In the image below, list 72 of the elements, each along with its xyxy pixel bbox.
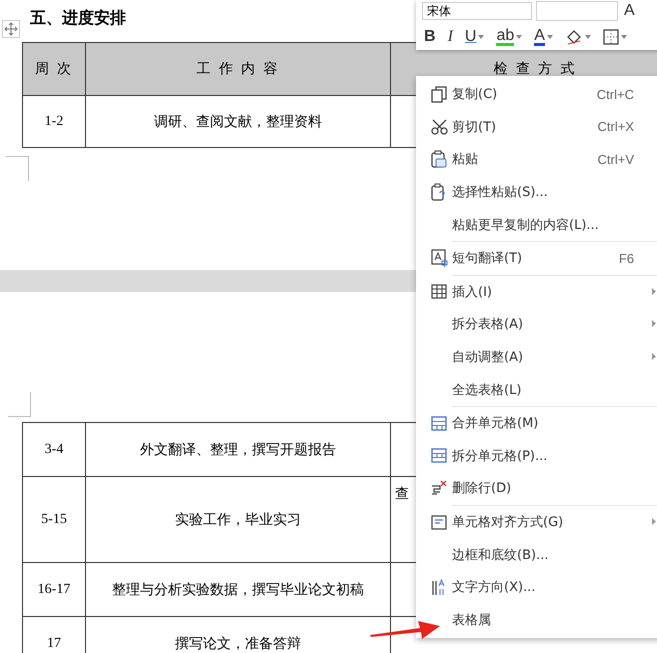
menu-label: 自动调整(A) xyxy=(452,349,524,366)
table-cell: 外文翻译、整理，撰写开题报告 xyxy=(86,422,390,476)
align-icon xyxy=(431,514,447,530)
margin-mark xyxy=(8,392,31,417)
shortcut-label: F6 xyxy=(618,250,634,266)
menu-label: 插入(I) xyxy=(452,284,492,301)
table-cell: 整理与分析实验数据，撰写毕业论文初稿 xyxy=(86,562,390,616)
submenu-arrow-icon xyxy=(652,352,656,360)
submenu-arrow-icon xyxy=(652,288,656,295)
column-header: 周 次 xyxy=(22,42,86,96)
grow-font-button[interactable]: A xyxy=(622,2,637,20)
scissors-icon xyxy=(430,118,448,135)
menu-item[interactable]: 合并单元格(M) xyxy=(416,406,657,440)
table-cell: 5-15 xyxy=(22,476,86,562)
menu-item[interactable]: 粘贴更早复制的内容(L)... xyxy=(416,208,657,241)
menu-label: 粘贴更早复制的内容(L)... xyxy=(452,216,599,234)
clipboard-icon xyxy=(431,183,447,202)
caret-icon xyxy=(546,35,553,39)
menu-label: 表格属 xyxy=(452,612,491,629)
menu-label: 单元格对齐方式(G) xyxy=(452,514,564,532)
table-cell: 17 xyxy=(22,616,86,653)
table-icon xyxy=(431,416,447,431)
menu-item[interactable]: 短句翻译(T) F6 xyxy=(416,242,657,275)
menu-label: 选择性粘贴(S)... xyxy=(452,184,548,202)
menu-label: 全选表格(L) xyxy=(452,382,522,399)
caret-icon xyxy=(620,35,627,39)
menu-item[interactable]: 粘贴 Ctrl+V xyxy=(416,143,657,176)
font-size-field[interactable] xyxy=(536,1,618,21)
font-color-button[interactable]: A xyxy=(532,28,555,46)
menu-item[interactable]: 全选表格(L) xyxy=(416,373,657,406)
menu-label: 边框和底纹(B)... xyxy=(452,546,548,564)
arrow-icon xyxy=(368,618,442,640)
menu-item[interactable]: 单元格对齐方式(G) xyxy=(416,506,657,538)
caret-icon xyxy=(584,35,591,39)
translate-icon xyxy=(430,249,448,268)
menu-label: 粘贴 xyxy=(452,151,478,168)
border-button[interactable] xyxy=(600,29,629,45)
menu-label: 删除行(D) xyxy=(452,480,512,498)
table-cell: 1-2 xyxy=(22,96,86,148)
move-handle-icon[interactable] xyxy=(2,20,20,38)
menu-item[interactable]: 插入(I) xyxy=(416,276,657,308)
table-icon xyxy=(431,284,447,300)
table-icon xyxy=(431,448,447,464)
copy-icon xyxy=(431,86,447,103)
table-cell: 16-17 xyxy=(22,562,86,616)
clipboard-icon xyxy=(431,150,447,168)
submenu-arrow-icon xyxy=(652,320,656,328)
submenu-arrow-icon xyxy=(652,518,656,525)
menu-item[interactable]: 表格属 xyxy=(416,604,657,636)
table-cell: 调研、查阅文献，整理资料 xyxy=(86,96,390,148)
highlight-button[interactable]: ab xyxy=(494,28,524,46)
menu-label: 剪切(T) xyxy=(452,118,496,136)
table-cell: 3-4 xyxy=(22,422,86,476)
text-direction-icon xyxy=(431,578,447,596)
font-field[interactable]: 宋体 xyxy=(422,2,532,20)
menu-label: 文字方向(X)... xyxy=(452,579,536,596)
shortcut-label: Ctrl+X xyxy=(598,119,634,134)
margin-mark xyxy=(6,156,29,181)
menu-label: 拆分表格(A) xyxy=(452,316,524,334)
menu-item[interactable]: 自动调整(A) xyxy=(416,340,657,374)
caret-icon xyxy=(516,35,522,39)
menu-label: 拆分单元格(P)... xyxy=(452,448,548,465)
menu-item[interactable]: 拆分表格(A) xyxy=(416,308,657,341)
shortcut-label: Ctrl+V xyxy=(598,152,634,167)
section-heading: 五、进度安排 xyxy=(30,8,126,29)
delete-row-icon xyxy=(431,480,447,496)
menu-label: 合并单元格(M) xyxy=(452,415,538,432)
caret-icon xyxy=(478,35,484,39)
menu-label: 短句翻译(T) xyxy=(452,250,522,268)
column-header: 工 作 内 容 xyxy=(86,42,390,96)
menu-item[interactable]: 选择性粘贴(S)... xyxy=(416,176,657,208)
table-cell: 实验工作，毕业实习 xyxy=(86,476,390,562)
